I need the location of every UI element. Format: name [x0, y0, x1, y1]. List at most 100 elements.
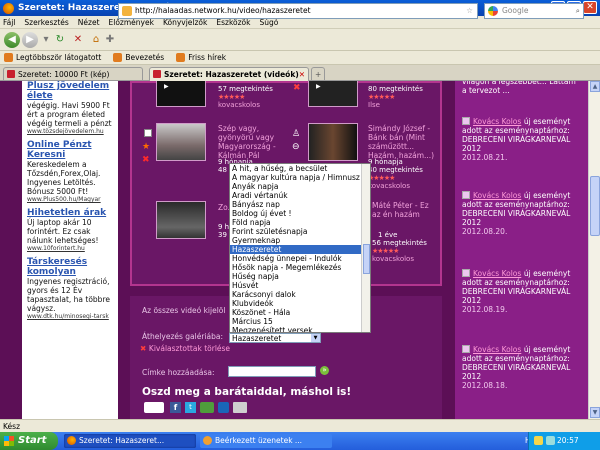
search-input[interactable]: Google ⌕ — [484, 3, 584, 19]
dropdown-option[interactable]: Március 15 — [230, 317, 370, 326]
avatar[interactable] — [462, 191, 470, 199]
star-icon[interactable]: ☆ — [466, 4, 473, 18]
video-checkbox[interactable] — [144, 129, 152, 137]
video-thumbnail[interactable] — [156, 201, 206, 239]
scroll-up-icon[interactable]: ▲ — [590, 81, 600, 92]
page-scrollbar[interactable]: ▲ ▼ — [588, 81, 600, 419]
dropdown-option[interactable]: Hősök napja - Megemlékezés — [230, 263, 370, 272]
chevron-down-icon[interactable]: ▼ — [311, 334, 320, 342]
delete-selected-link[interactable]: ✖ Kiválasztottak törlése — [140, 344, 230, 353]
dropmarker-icon[interactable]: ▾ — [40, 34, 52, 46]
ad-block[interactable]: Online Pénzt Keresni Kereskedelem a Tőzs… — [27, 140, 115, 203]
avatar[interactable] — [462, 345, 470, 353]
scroll-thumb[interactable] — [590, 176, 600, 236]
video-author[interactable]: kovacskolos — [368, 182, 410, 190]
ad-url[interactable]: www.dtk.hu/minosegi-tarsk — [27, 313, 115, 320]
dropdown-option[interactable]: Anyák napja — [230, 182, 370, 191]
video-thumbnail[interactable] — [308, 123, 358, 161]
bookmark-getting-started[interactable]: Bevezetés — [113, 53, 164, 62]
tab-videos[interactable]: Szeretet: Hazaszeretet (videók) ✕ — [149, 67, 309, 81]
dropdown-option[interactable]: Aradi vértanúk — [230, 191, 370, 200]
tag-input[interactable] — [228, 366, 316, 377]
volume-icon[interactable] — [546, 436, 555, 445]
dropdown-scroll-thumb[interactable] — [363, 244, 370, 274]
taskbar-item-mail[interactable]: Beérkezett üzenetek ... — [200, 434, 332, 448]
dropdown-scrollbar[interactable] — [361, 164, 370, 332]
dropdown-option[interactable]: Megzenésített versek — [230, 326, 370, 332]
gallery-dropdown-list[interactable]: A hit, a hűség, a becsület A magyar kultú… — [229, 163, 371, 333]
ad-block[interactable]: Hihetetlen árak Új laptop akár 10 forint… — [27, 208, 115, 252]
ad-title[interactable]: Online Pénzt Keresni — [27, 140, 115, 160]
email-icon[interactable] — [233, 402, 247, 413]
remove-icon[interactable]: ✖ — [293, 83, 301, 93]
dropdown-option[interactable]: Húsvét — [230, 281, 370, 290]
video-title[interactable]: Szép vagy, gyönyörű vagy Magyarország - … — [218, 124, 288, 160]
feed-user-link[interactable]: Kovács Kolos — [473, 345, 521, 354]
dropdown-option[interactable]: Gyermeknap — [230, 236, 370, 245]
ad-url[interactable]: www.Plus500.hu/Magyar — [27, 196, 115, 203]
dropdown-option[interactable]: Forint születésnapja — [230, 227, 370, 236]
bookmark-most-visited[interactable]: Legtöbbször látogatott — [4, 53, 101, 62]
tray-icon[interactable] — [534, 436, 543, 445]
taskbar-item-firefox[interactable]: Szeretet: Hazaszeret... — [64, 434, 196, 448]
feed-user-link[interactable]: Kovács Kolos — [473, 191, 521, 200]
facebook-icon[interactable]: f — [170, 402, 181, 413]
ad-block[interactable]: Társkeresés komolyan Ingyenes regisztrác… — [27, 257, 115, 320]
dropdown-option[interactable]: Hűség napja — [230, 272, 370, 281]
tag-label: Címke hozzáadása: — [142, 368, 215, 377]
forward-button[interactable]: ▶ — [22, 32, 38, 48]
stop-icon[interactable]: ✕ — [72, 34, 84, 46]
video-thumbnail[interactable] — [156, 123, 206, 161]
dropdown-option[interactable]: A hit, a hűség, a becsület — [230, 164, 370, 173]
dropdown-option[interactable]: Bányász nap — [230, 200, 370, 209]
dropdown-option[interactable]: Klubvideók — [230, 299, 370, 308]
dropdown-option[interactable]: Köszönet - Hála — [230, 308, 370, 317]
dropdown-option[interactable]: Honvédség ünnepei - Indulók — [230, 254, 370, 263]
close-window-button[interactable]: ✕ — [583, 1, 597, 14]
ad-title[interactable]: Plusz jövedelem élete — [27, 81, 115, 101]
dropdown-option[interactable]: Boldog új évet ! — [230, 209, 370, 218]
dropdown-option[interactable]: Föld napja — [230, 218, 370, 227]
social-icon[interactable] — [218, 402, 229, 413]
ad-url[interactable]: www.10forintert.hu — [27, 245, 115, 252]
avatar[interactable] — [462, 117, 470, 125]
address-bar[interactable]: http://halaadas.network.hu/video/hazasze… — [118, 3, 478, 19]
share-service-icon[interactable] — [144, 402, 164, 413]
reload-icon[interactable]: ↻ — [54, 34, 66, 46]
add-tag-button[interactable]: » — [320, 366, 329, 375]
ad-title[interactable]: Hihetetlen árak — [27, 208, 115, 218]
back-button[interactable]: ◀ — [4, 32, 20, 48]
star-icon[interactable]: ★ — [142, 142, 150, 152]
menu-file[interactable]: Fájl — [3, 18, 15, 27]
dropdown-option[interactable]: A magyar kultúra napja / Himnusz — [230, 173, 370, 182]
ad-title[interactable]: Társkeresés komolyan — [27, 257, 115, 277]
menu-view[interactable]: Nézet — [78, 18, 100, 27]
scroll-down-icon[interactable]: ▼ — [590, 407, 600, 418]
video-author[interactable]: Ilse — [368, 101, 380, 109]
feed-user-link[interactable]: Kovács Kolos — [473, 117, 521, 126]
magnifier-icon[interactable]: ⌕ — [576, 4, 580, 18]
video-author[interactable]: kovacskolos — [218, 101, 260, 109]
video-author[interactable]: kovacskolos — [372, 255, 414, 263]
tab-close-icon[interactable]: ✕ — [299, 68, 305, 81]
tab-image[interactable]: Szeretet: 10000 Ft (kép) — [3, 67, 143, 81]
twitter-icon[interactable]: t — [185, 402, 196, 413]
feed-user-link[interactable]: Kovács Kolos — [473, 269, 521, 278]
ad-block[interactable]: Plusz jövedelem élete végégig. Havi 5900… — [27, 81, 115, 135]
dropdown-option[interactable]: Karácsonyi dalok — [230, 290, 370, 299]
dropdown-option[interactable]: Hazaszeretet — [230, 245, 370, 254]
avatar[interactable] — [462, 269, 470, 277]
bookmark-news[interactable]: Friss hírek — [176, 53, 226, 62]
gallery-select[interactable]: Hazaszeretet ▼ — [229, 333, 321, 343]
ad-url[interactable]: www.tözsdejövedelem.hu — [27, 128, 115, 135]
menu-edit[interactable]: Szerkesztés — [24, 18, 68, 27]
select-all-link[interactable]: Az összes videó kijelöl — [142, 306, 225, 315]
video-title[interactable]: Simándy József - Bánk bán (Mint száműzöt… — [368, 124, 436, 160]
iwiw-icon[interactable] — [200, 402, 214, 413]
home-icon[interactable]: ⌂ — [90, 34, 102, 46]
start-button[interactable]: Start — [0, 432, 58, 450]
video-title[interactable]: Máté Péter - Ez az én hazám — [372, 201, 438, 219]
delete-icon[interactable]: ✖ — [142, 155, 150, 165]
addon-icon[interactable]: ✚ — [104, 34, 116, 46]
new-tab-button[interactable]: + — [311, 67, 325, 81]
